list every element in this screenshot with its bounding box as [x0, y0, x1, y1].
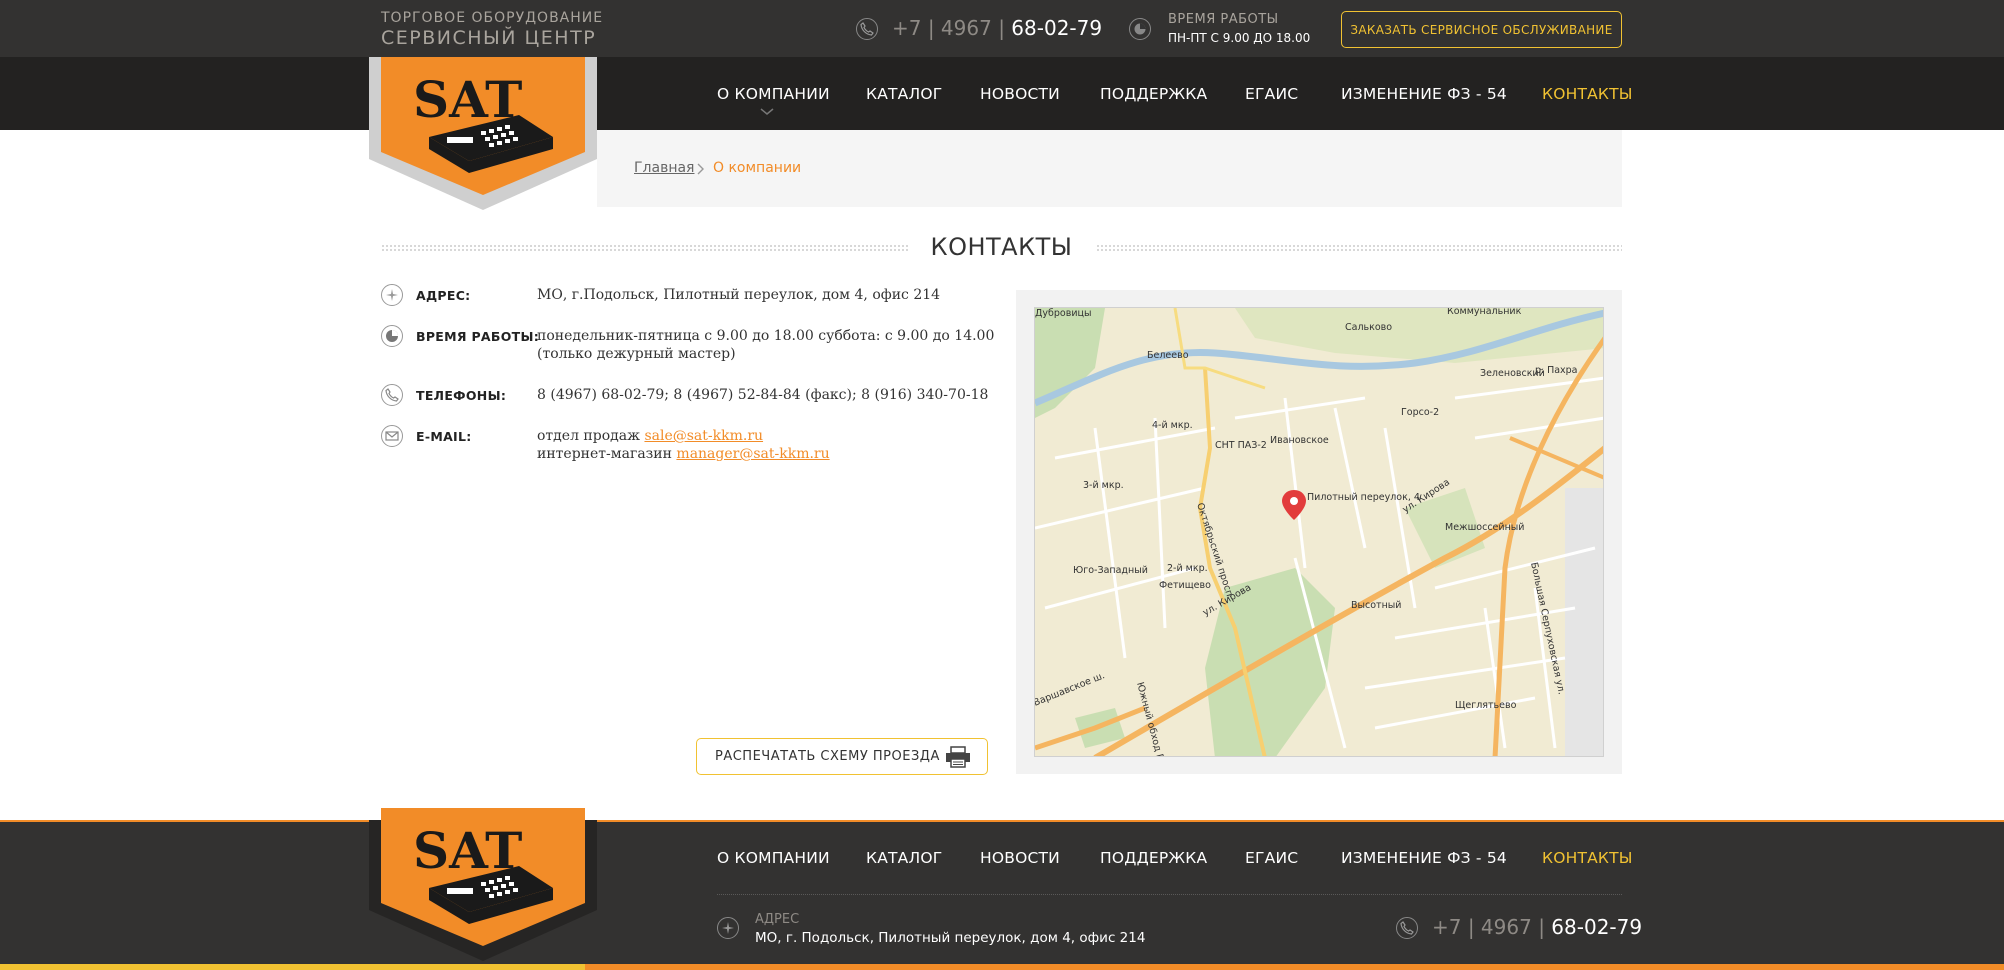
map-label: Юго-Западный [1073, 565, 1148, 576]
nav-egais[interactable]: ЕГАИС [1245, 85, 1298, 103]
address-label: АДРЕС: [416, 288, 471, 303]
order-service-button[interactable]: ЗАКАЗАТЬ СЕРВИСНОЕ ОБСЛУЖИВАНИЕ [1341, 11, 1622, 48]
shop-email-link[interactable]: manager@sat-kkm.ru [676, 446, 829, 462]
sales-email-link[interactable]: sale@sat-kkm.ru [644, 428, 763, 444]
footer-nav-egais[interactable]: ЕГАИС [1245, 849, 1298, 867]
phone-icon [856, 18, 878, 40]
hours-value-line1: понедельник-пятница с 9.00 до 18.00 субб… [537, 328, 995, 344]
nav-contacts[interactable]: КОНТАКТЫ [1542, 85, 1633, 103]
location-icon [381, 284, 403, 306]
hours-value: понедельник-пятница с 9.00 до 18.00 субб… [537, 327, 994, 363]
map-label: Белеево [1147, 350, 1189, 361]
title-divider-left [381, 244, 908, 252]
map-label: Высотный [1351, 600, 1401, 611]
map-label: р. Пахра [1535, 365, 1578, 376]
breadcrumb-current: О компании [713, 160, 802, 176]
printer-icon [946, 746, 970, 768]
map-label: Горсо-2 [1401, 407, 1439, 418]
print-route-button[interactable]: РАСПЕЧАТАТЬ СХЕМУ ПРОЕЗДА [696, 738, 988, 775]
footer-nav-news[interactable]: НОВОСТИ [980, 849, 1060, 867]
footer-nav-contacts[interactable]: КОНТАКТЫ [1542, 849, 1633, 867]
header-phone[interactable]: +7 | 4967 | 68-02-79 [892, 16, 1102, 40]
phones-value: 8 (4967) 68-02-79; 8 (4967) 52-84-84 (фа… [537, 387, 989, 403]
nav-catalog[interactable]: КАТАЛОГ [866, 85, 942, 103]
map-label: Фетищево [1159, 580, 1211, 591]
mail-icon [381, 425, 403, 447]
clock-icon [1129, 18, 1151, 40]
footer-address-label: АДРЕС [755, 912, 800, 927]
footer-stripe-accent [0, 964, 585, 970]
address-value: МО, г.Подольск, Пилотный переулок, дом 4… [537, 287, 941, 303]
nav-about[interactable]: О КОМПАНИИ [717, 85, 830, 103]
location-icon [717, 917, 739, 939]
brand-tagline: ТОРГОВОЕ ОБОРУДОВАНИЕ [381, 10, 604, 26]
map-label: Ивановское [1270, 435, 1329, 446]
footer-nav-catalog[interactable]: КАТАЛОГ [866, 849, 942, 867]
footer-nav-support[interactable]: ПОДДЕРЖКА [1100, 849, 1207, 867]
map-label: Пилотный переулок, 4 [1307, 492, 1420, 503]
map-label: Щеглятьево [1455, 700, 1517, 711]
footer-nav-about[interactable]: О КОМПАНИИ [717, 849, 830, 867]
page-title: КОНТАКТЫ [930, 233, 1073, 261]
email-value: отдел продаж sale@sat-kkm.ru интернет-ма… [537, 428, 830, 462]
footer-nav-fz54[interactable]: ИЗМЕНЕНИЕ ФЗ - 54 [1341, 849, 1507, 867]
nav-fz54[interactable]: ИЗМЕНЕНИЕ ФЗ - 54 [1341, 85, 1507, 103]
map-label: 3-й мкр. [1083, 480, 1124, 491]
map-label: Межшоссейный [1445, 522, 1524, 533]
title-divider-right [1096, 244, 1622, 252]
footer-address: МО, г. Подольск, Пилотный переулок, дом … [755, 930, 1146, 946]
location-map[interactable]: Сальково Горсо-2 СНТ ПАЗ-2 Пилотный пере… [1034, 307, 1604, 757]
breadcrumb-home-link[interactable]: Главная [634, 160, 694, 176]
footer-divider [717, 894, 1622, 895]
map-label: 4-й мкр. [1152, 420, 1193, 431]
email-label: E-MAIL: [416, 429, 472, 444]
clock-icon [381, 325, 403, 347]
phone-icon [1396, 917, 1418, 939]
map-label: 2-й мкр. [1167, 563, 1208, 574]
hours-value-line2: (только дежурный мастер) [537, 346, 736, 362]
footer [0, 820, 2004, 970]
nav-news[interactable]: НОВОСТИ [980, 85, 1060, 103]
site-logo[interactable]: SAT [369, 57, 597, 210]
map-label: Сальково [1345, 322, 1392, 333]
map-label: Дубровицы [1035, 308, 1092, 319]
phones-label: ТЕЛЕФОНЫ: [416, 388, 507, 403]
breadcrumb-chevron-icon [697, 163, 704, 175]
brand-subtitle: СЕРВИСНЫЙ ЦЕНТР [381, 27, 597, 49]
footer-logo[interactable]: SAT [369, 808, 597, 961]
print-route-button-label: РАСПЕЧАТАТЬ СХЕМУ ПРОЕЗДА [715, 749, 940, 764]
hours-text: ПН-ПТ С 9.00 ДО 18.00 [1168, 31, 1311, 45]
hours-label: ВРЕМЯ РАБОТЫ: [416, 329, 540, 344]
nav-support[interactable]: ПОДДЕРЖКА [1100, 85, 1207, 103]
phone-icon [381, 384, 403, 406]
hours-title: ВРЕМЯ РАБОТЫ [1168, 12, 1279, 27]
map-label: СНТ ПАЗ-2 [1215, 440, 1267, 451]
map-label: Коммунальник [1447, 308, 1522, 317]
nav-caret-icon [760, 108, 774, 115]
footer-phone[interactable]: +7 | 4967 | 68-02-79 [1432, 915, 1642, 939]
